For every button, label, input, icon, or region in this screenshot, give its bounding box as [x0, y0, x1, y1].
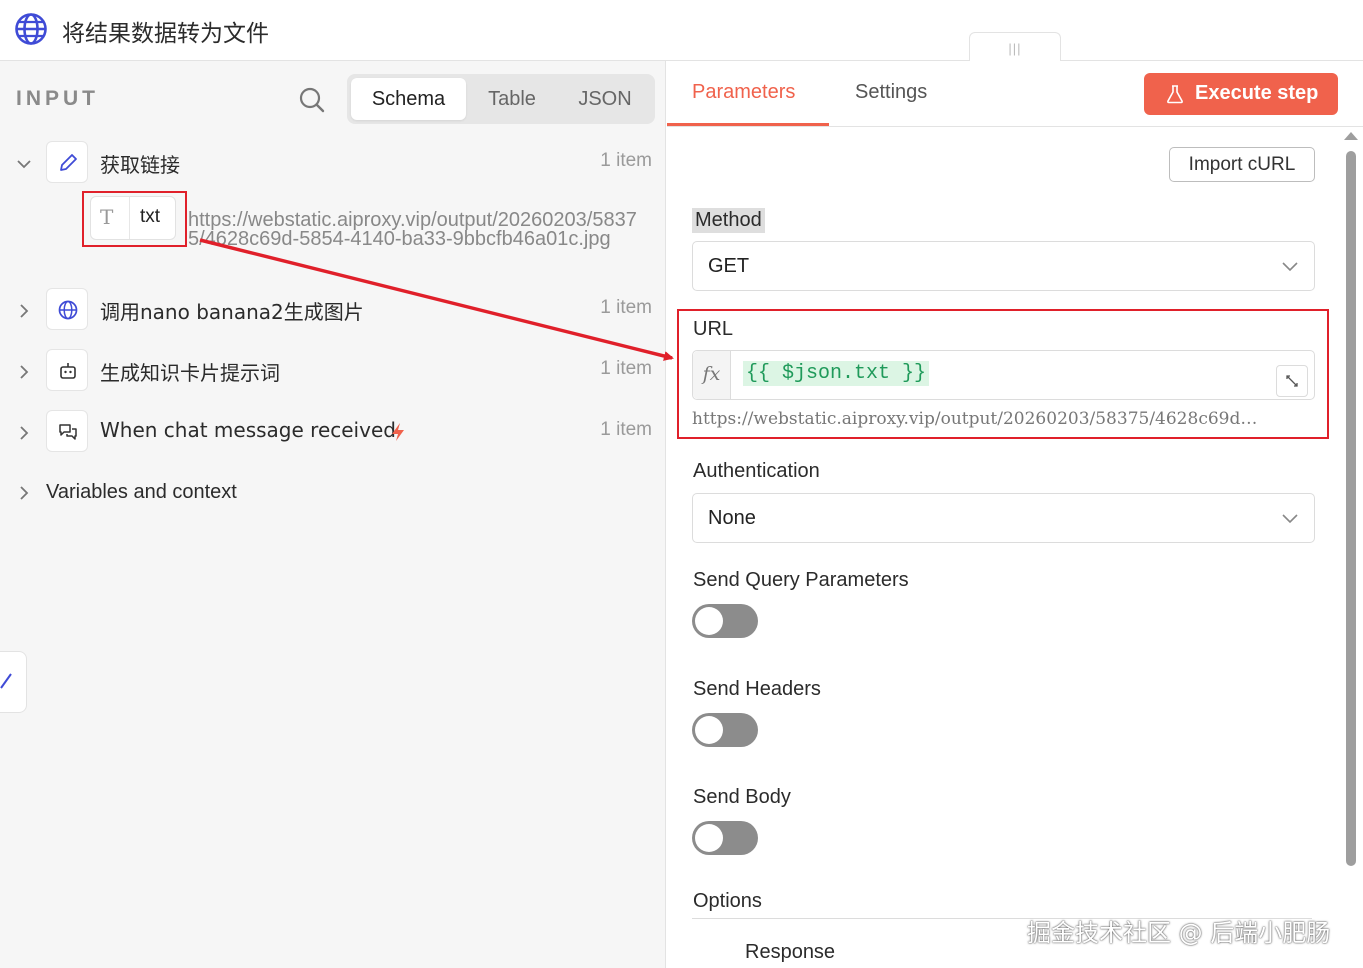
method-select-value: GET	[708, 255, 750, 277]
parameters-tabs: Parameters Settings Execute step	[667, 61, 1363, 127]
chevron-right-icon[interactable]	[15, 302, 33, 320]
tree-node-row[interactable]: 获取链接 1 item	[0, 141, 666, 191]
execute-step-button[interactable]: Execute step	[1144, 73, 1338, 115]
chat-icon	[59, 424, 77, 440]
url-resolved-preview: https://webstatic.aiproxy.vip/output/202…	[692, 409, 1258, 429]
chevron-down-icon	[1282, 514, 1298, 524]
panel-drag-handle[interactable]: |||	[969, 32, 1061, 62]
search-icon[interactable]	[298, 86, 326, 114]
authentication-select-value: None	[708, 507, 756, 529]
send-query-label: Send Query Parameters	[693, 569, 909, 591]
send-headers-label: Send Headers	[693, 678, 821, 700]
input-panel-label: INPUT	[16, 87, 99, 110]
authentication-label: Authentication	[693, 460, 820, 482]
node-item-count: 1 item	[600, 419, 652, 440]
side-edit-tab[interactable]	[0, 651, 27, 713]
robot-icon	[60, 363, 76, 379]
flask-icon	[1167, 85, 1183, 104]
execute-step-label: Execute step	[1195, 82, 1319, 104]
chevron-right-icon[interactable]	[15, 363, 33, 381]
input-view-tabs: Schema Table JSON	[347, 74, 655, 124]
node-icon-box	[46, 288, 88, 330]
node-title[interactable]: 将结果数据转为文件	[62, 14, 269, 48]
node-item-count: 1 item	[600, 150, 652, 171]
node-item-count: 1 item	[600, 358, 652, 379]
response-option-label[interactable]: Response	[745, 941, 835, 964]
variables-and-context[interactable]: Variables and context	[46, 481, 237, 504]
tab-table[interactable]: Table	[467, 78, 557, 120]
tab-schema[interactable]: Schema	[351, 78, 466, 120]
options-label: Options	[693, 890, 762, 912]
send-query-toggle[interactable]	[692, 604, 758, 638]
node-icon-box	[46, 349, 88, 391]
tree-node-row[interactable]: When chat message received 1 item	[0, 410, 666, 460]
send-body-label: Send Body	[693, 786, 791, 808]
tab-settings[interactable]: Settings	[855, 81, 927, 104]
globe-icon	[58, 300, 78, 320]
scrollbar-thumb[interactable]	[1346, 151, 1356, 866]
url-expression: {{ $json.txt }}	[743, 361, 930, 386]
watermark: 掘金技术社区 @ 后端小肥肠	[1027, 919, 1331, 947]
title-bar: 将结果数据转为文件 |||	[0, 0, 1363, 62]
pencil-icon	[0, 673, 12, 689]
method-select[interactable]: GET	[692, 241, 1315, 291]
chevron-down-icon[interactable]	[15, 155, 33, 173]
active-tab-indicator	[667, 123, 829, 126]
fx-icon: fx	[693, 351, 731, 399]
chevron-right-icon[interactable]	[15, 484, 33, 502]
url-expression-input[interactable]: fx {{ $json.txt }}	[692, 350, 1315, 400]
lightning-icon	[392, 423, 404, 441]
authentication-select[interactable]: None	[692, 493, 1315, 543]
tree-node-row[interactable]: 调用nano banana2生成图片 1 item	[0, 288, 666, 338]
node-name: 获取链接	[100, 153, 180, 177]
send-headers-toggle[interactable]	[692, 713, 758, 747]
schema-field-value: https://webstatic.aiproxy.vip/output/202…	[188, 209, 637, 250]
scroll-up-arrow[interactable]	[1344, 132, 1358, 140]
node-name: When chat message received	[100, 418, 396, 442]
url-label: URL	[693, 318, 734, 340]
parameters-panel: Parameters Settings Execute step Import …	[667, 61, 1363, 968]
chevron-down-icon	[1282, 262, 1298, 272]
expand-editor-icon[interactable]	[1276, 365, 1308, 397]
tab-json[interactable]: JSON	[559, 78, 651, 120]
node-icon-box	[46, 141, 88, 183]
node-name: 生成知识卡片提示词	[100, 361, 280, 385]
node-name: 调用nano banana2生成图片	[100, 300, 364, 324]
method-label: Method	[692, 208, 765, 233]
node-icon-box	[46, 410, 88, 452]
node-item-count: 1 item	[600, 297, 652, 318]
globe-icon	[15, 13, 47, 45]
input-panel: INPUT Schema Table JSON 获取链接 1 item T tx…	[0, 61, 666, 968]
chevron-right-icon[interactable]	[15, 424, 33, 442]
annotation-highlight-box	[82, 191, 187, 247]
tab-parameters[interactable]: Parameters	[692, 81, 795, 104]
import-curl-button[interactable]: Import cURL	[1169, 147, 1315, 182]
tree-node-row[interactable]: 生成知识卡片提示词 1 item	[0, 349, 666, 399]
pencil-icon	[60, 154, 77, 171]
send-body-toggle[interactable]	[692, 821, 758, 855]
